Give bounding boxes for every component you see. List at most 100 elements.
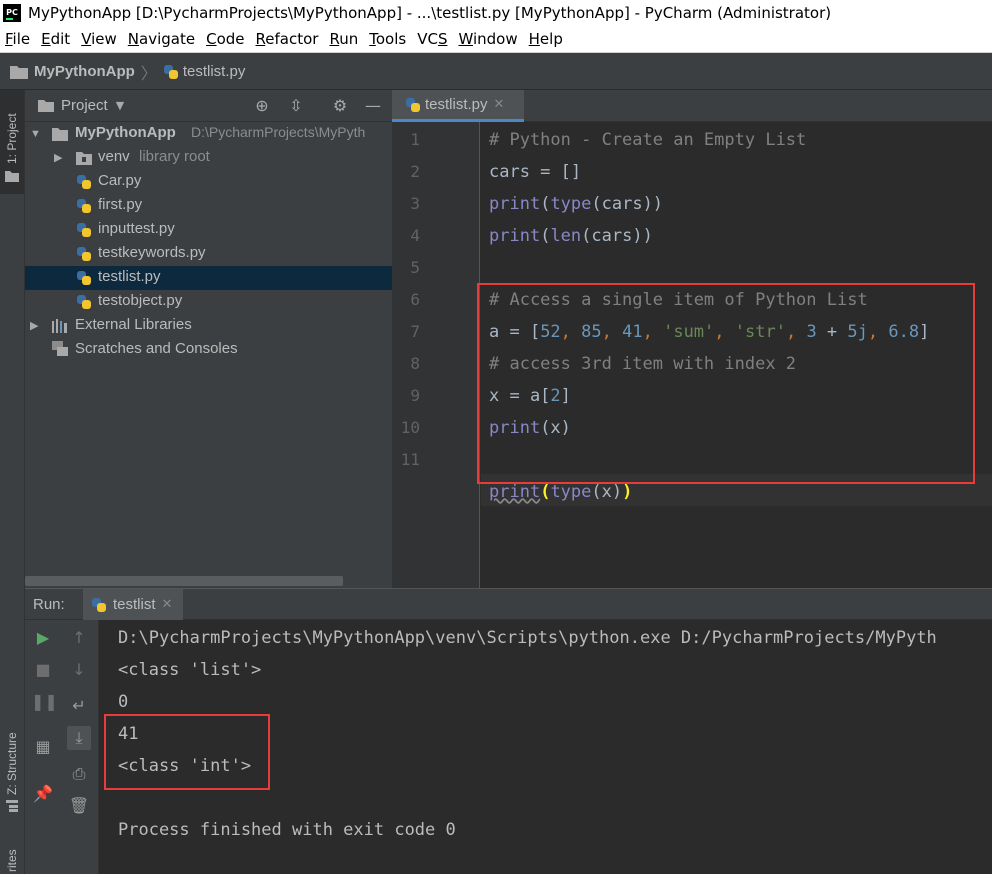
menu-run[interactable]: Run (324, 30, 364, 48)
project-toolbar: Project ▼ ⊕ ⇳ ⚙ — (25, 90, 392, 122)
scratches-icon (52, 341, 68, 356)
window-title: MyPythonApp [D:\PycharmProjects\MyPython… (28, 3, 832, 22)
console-line: D:\PycharmProjects\MyPythonApp\venv\Scri… (118, 628, 937, 648)
breadcrumb-separator-icon: 〉 (140, 63, 157, 83)
line-number: 3 (410, 194, 420, 213)
python-file-icon (76, 198, 92, 214)
expand-down-icon[interactable]: ▼ (30, 129, 41, 140)
tab-structure-tool[interactable]: Z: Structure (5, 732, 19, 795)
print-icon[interactable]: ⎙ (67, 762, 91, 786)
breadcrumb-project[interactable]: MyPythonApp (34, 63, 135, 80)
run-icon[interactable]: ▶ (31, 626, 55, 650)
console-line: <class 'list'> (118, 660, 262, 680)
up-arrow-icon[interactable]: ↑ (67, 626, 91, 650)
line-number: 2 (410, 162, 420, 181)
tree-external-libraries-row[interactable]: ▶ External Libraries (25, 314, 392, 338)
file-name: testlist.py (98, 268, 161, 285)
line-number-gutter: 1 2 3 4 5 6 7 8 9 10 11 (392, 122, 480, 588)
code-line-3: print(type(cars)) (489, 194, 664, 214)
line-number: 6 (410, 290, 420, 309)
libraries-icon (52, 319, 67, 333)
code-line-1: # Python - Create an Empty List (489, 130, 807, 150)
navigation-bar: MyPythonApp 〉 testlist.py (0, 54, 992, 90)
breadcrumb-file[interactable]: testlist.py (183, 63, 246, 80)
python-file-icon (163, 64, 179, 80)
tree-scratches-row[interactable]: Scratches and Consoles (25, 338, 392, 362)
tab-label: testlist.py (425, 96, 488, 113)
code-editor: testlist.py ✕ 1 2 3 4 5 6 7 8 9 10 11 # Python - C… (392, 90, 992, 588)
stop-icon[interactable]: ■ (31, 658, 55, 682)
tree-file-row[interactable]: inputtest.py (25, 218, 392, 242)
close-icon[interactable]: ✕ (494, 97, 505, 112)
project-view-title[interactable]: Project (61, 97, 108, 114)
code-highlight-box (477, 283, 975, 484)
hide-panel-icon[interactable]: — (363, 96, 383, 116)
line-number: 11 (400, 450, 420, 469)
menu-view[interactable]: View (76, 30, 123, 48)
close-icon[interactable]: ✕ (162, 597, 173, 612)
tree-file-row[interactable]: testkeywords.py (25, 242, 392, 266)
code-line-2: cars = [] (489, 162, 582, 182)
down-arrow-icon[interactable]: ↓ (67, 658, 91, 682)
menu-help[interactable]: Help (524, 30, 569, 48)
pycharm-logo-icon: PC (3, 3, 21, 22)
menu-vcs[interactable]: VCS (412, 30, 453, 48)
scroll-to-end-icon[interactable]: ⤓ (67, 726, 91, 750)
tree-file-row[interactable]: Car.py (25, 170, 392, 194)
python-file-icon (76, 294, 92, 310)
menu-bar: File Edit View Navigate Code Refactor Run Tools… (0, 25, 992, 53)
line-number: 9 (410, 386, 420, 405)
menu-navigate[interactable]: Navigate (123, 30, 201, 48)
console-line: Process finished with exit code 0 (118, 820, 456, 840)
window-title-bar: PC MyPythonApp [D:\PycharmProjects\MyPyt… (0, 0, 992, 25)
file-name: Car.py (98, 172, 142, 189)
collapse-all-icon[interactable]: ⇳ (286, 96, 306, 116)
project-panel: Project ▼ ⊕ ⇳ ⚙ — ▼ MyPythonApp D:\Pycha… (25, 90, 392, 588)
horizontal-scrollbar[interactable] (25, 576, 343, 586)
locate-icon[interactable]: ⊕ (252, 96, 272, 116)
pause-icon[interactable]: ❚❚ (31, 690, 58, 714)
expand-right-icon[interactable]: ▶ (54, 153, 64, 164)
expand-right-icon[interactable]: ▶ (30, 321, 40, 332)
output-highlight-box (104, 714, 270, 790)
root-folder-path: D:\PycharmProjects\MyPyth (191, 124, 366, 140)
python-file-icon (76, 246, 92, 262)
tab-testlist-py[interactable]: testlist.py ✕ (392, 90, 524, 122)
library-folder-icon (76, 152, 92, 165)
run-tab-testlist[interactable]: testlist ✕ (83, 589, 183, 620)
tab-favorites-tool[interactable]: rites (5, 849, 19, 872)
layout-icon[interactable]: ▦ (31, 735, 55, 759)
menu-refactor[interactable]: Refactor (251, 30, 325, 48)
scratches-label: Scratches and Consoles (75, 340, 238, 357)
file-name: first.py (98, 196, 143, 213)
line-number: 4 (410, 226, 420, 245)
chevron-down-icon[interactable]: ▼ (116, 99, 124, 112)
menu-code[interactable]: Code (201, 30, 250, 48)
code-line-4: print(len(cars)) (489, 226, 653, 246)
run-header: Run: testlist ✕ (25, 588, 992, 620)
tree-file-row[interactable]: testobject.py (25, 290, 392, 314)
folder-icon (10, 65, 28, 79)
run-label: Run: (33, 596, 65, 613)
editor-tab-bar: testlist.py ✕ (392, 90, 992, 122)
project-tool-label: 1: Project (5, 113, 19, 164)
folder-icon (5, 171, 19, 182)
soft-wrap-icon[interactable]: ↵ (67, 694, 91, 718)
line-number: 7 (410, 322, 420, 341)
gear-icon[interactable]: ⚙ (330, 96, 350, 116)
menu-edit[interactable]: Edit (36, 30, 76, 48)
menu-tools[interactable]: Tools (364, 30, 412, 48)
tree-file-row[interactable]: first.py (25, 194, 392, 218)
menu-file[interactable]: File (0, 30, 36, 48)
tree-file-row[interactable]: testlist.py (25, 266, 392, 290)
pin-icon[interactable]: 📌 (31, 782, 55, 806)
tree-root-row[interactable]: ▼ MyPythonApp D:\PycharmProjects\MyPyth (25, 122, 392, 146)
venv-folder-name: venv (98, 148, 130, 165)
trash-icon[interactable]: 🗑 (67, 794, 91, 818)
file-name: testkeywords.py (98, 244, 206, 261)
structure-icon (6, 800, 18, 812)
tab-project-tool[interactable]: 1: Project (0, 90, 24, 194)
menu-window[interactable]: Window (453, 30, 523, 48)
tree-venv-row[interactable]: ▶ venv library root (25, 146, 392, 170)
folder-icon (52, 128, 68, 141)
